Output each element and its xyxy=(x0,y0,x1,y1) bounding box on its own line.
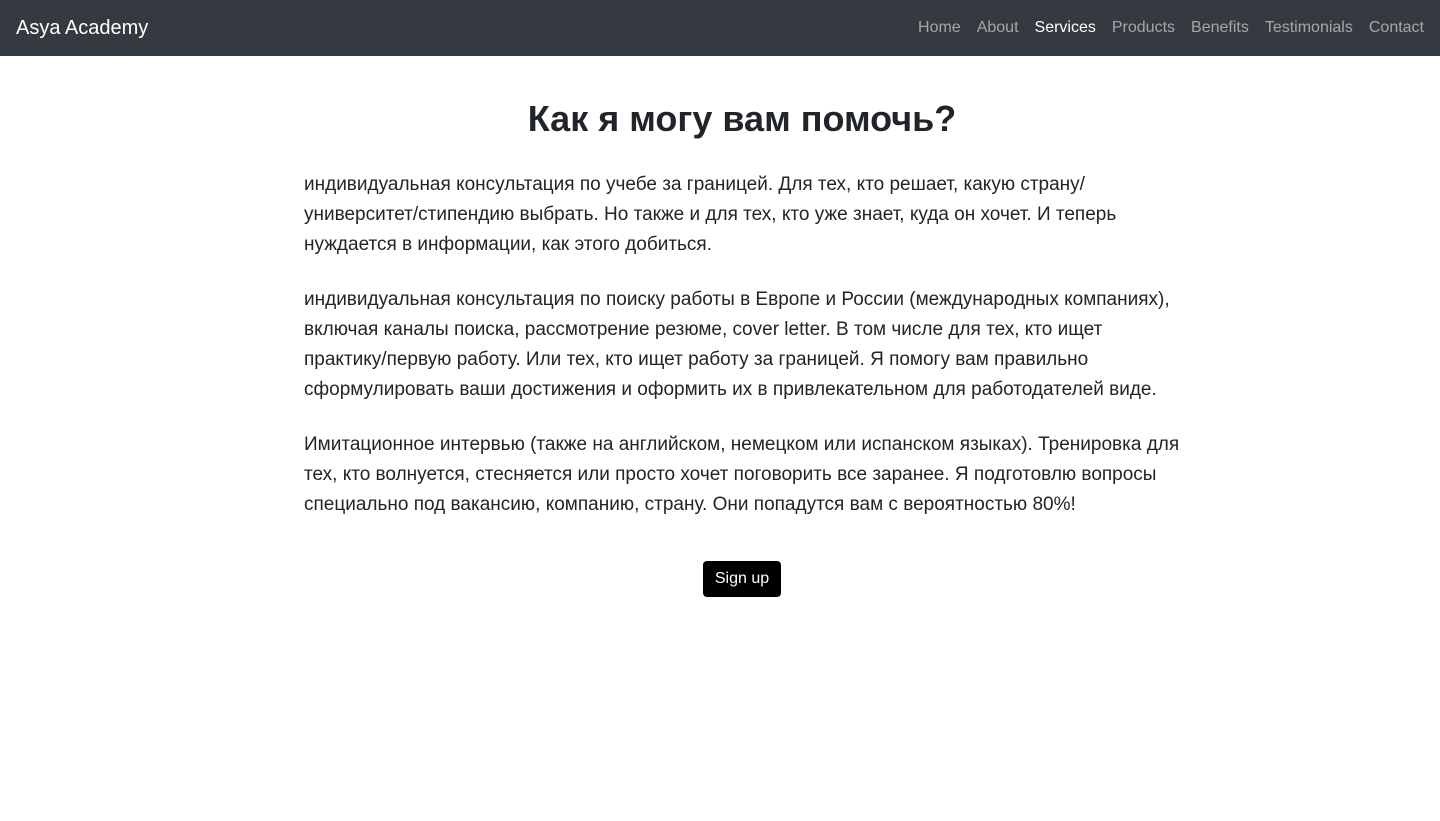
nav-links: Home About Services Products Benefits Te… xyxy=(910,19,1424,37)
nav-link-services[interactable]: Services xyxy=(1027,19,1104,37)
services-section: Как я могу вам помочь? индивидуальная ко… xyxy=(304,56,1180,597)
page-title: Как я могу вам помочь? xyxy=(527,98,957,139)
nav-link-benefits[interactable]: Benefits xyxy=(1183,19,1257,37)
navbar: Asya Academy Home About Services Product… xyxy=(0,0,1440,56)
brand-link[interactable]: Asya Academy xyxy=(16,17,148,40)
nav-link-testimonials[interactable]: Testimonials xyxy=(1257,19,1361,37)
nav-link-contact[interactable]: Contact xyxy=(1361,19,1424,37)
service-paragraph-study: индивидуальная консультация по учебе за … xyxy=(304,174,1117,255)
service-paragraph-job: индивидуальная консультация по поиску ра… xyxy=(304,289,1170,400)
signup-button[interactable]: Sign up xyxy=(702,561,782,597)
nav-link-about[interactable]: About xyxy=(969,19,1027,37)
service-paragraph-interview: Имитационное интервью (также на английск… xyxy=(304,434,1180,515)
signup-wrapper: Sign up xyxy=(304,561,1180,597)
nav-link-home[interactable]: Home xyxy=(910,19,969,37)
nav-link-products[interactable]: Products xyxy=(1104,19,1183,37)
